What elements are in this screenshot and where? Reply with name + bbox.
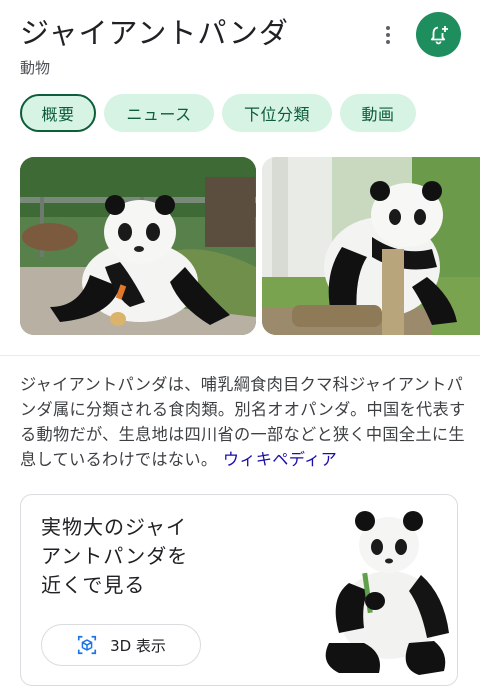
3d-view-icon: [77, 635, 97, 655]
add-alert-icon: [430, 25, 448, 44]
panda-3d-model-image: [325, 511, 449, 675]
chip-news[interactable]: ニュース: [104, 94, 214, 132]
ar-card-line-3: 近くで見る: [41, 573, 146, 597]
chip-videos-label: 動画: [361, 105, 395, 124]
panda-photo-1[interactable]: [20, 157, 256, 335]
view-3d-button-label: 3D 表示: [110, 636, 166, 655]
panda-photo-2[interactable]: [262, 157, 480, 335]
ar-card-line-2: アントパンダを: [41, 544, 189, 568]
follow-alert-button[interactable]: [416, 12, 461, 57]
chip-overview[interactable]: 概要: [20, 94, 96, 132]
page-subtitle: 動物: [20, 59, 51, 77]
chip-news-label: ニュース: [126, 105, 192, 124]
section-divider: [0, 355, 480, 356]
view-3d-button[interactable]: 3D 表示: [41, 624, 201, 666]
chip-subclass[interactable]: 下位分類: [222, 94, 332, 132]
page-title: ジャイアントパンダ: [20, 16, 289, 50]
wikipedia-link[interactable]: ウィキペディア: [223, 450, 337, 469]
ar-card-line-1: 実物大のジャイ: [41, 515, 187, 539]
ar-card-text: 実物大のジャイ アントパンダを 近くで見る: [41, 513, 188, 600]
chip-subclass-label: 下位分類: [243, 105, 310, 124]
description: ジャイアントパンダは、哺乳綱食肉目クマ科ジャイアントパンダ属に分類される食肉類。…: [20, 372, 466, 472]
chip-videos[interactable]: 動画: [340, 94, 416, 132]
ar-view-card[interactable]: 実物大のジャイ アントパンダを 近くで見る 3D 表示: [20, 494, 458, 686]
chip-overview-label: 概要: [41, 105, 75, 124]
more-options-icon[interactable]: [376, 22, 400, 48]
